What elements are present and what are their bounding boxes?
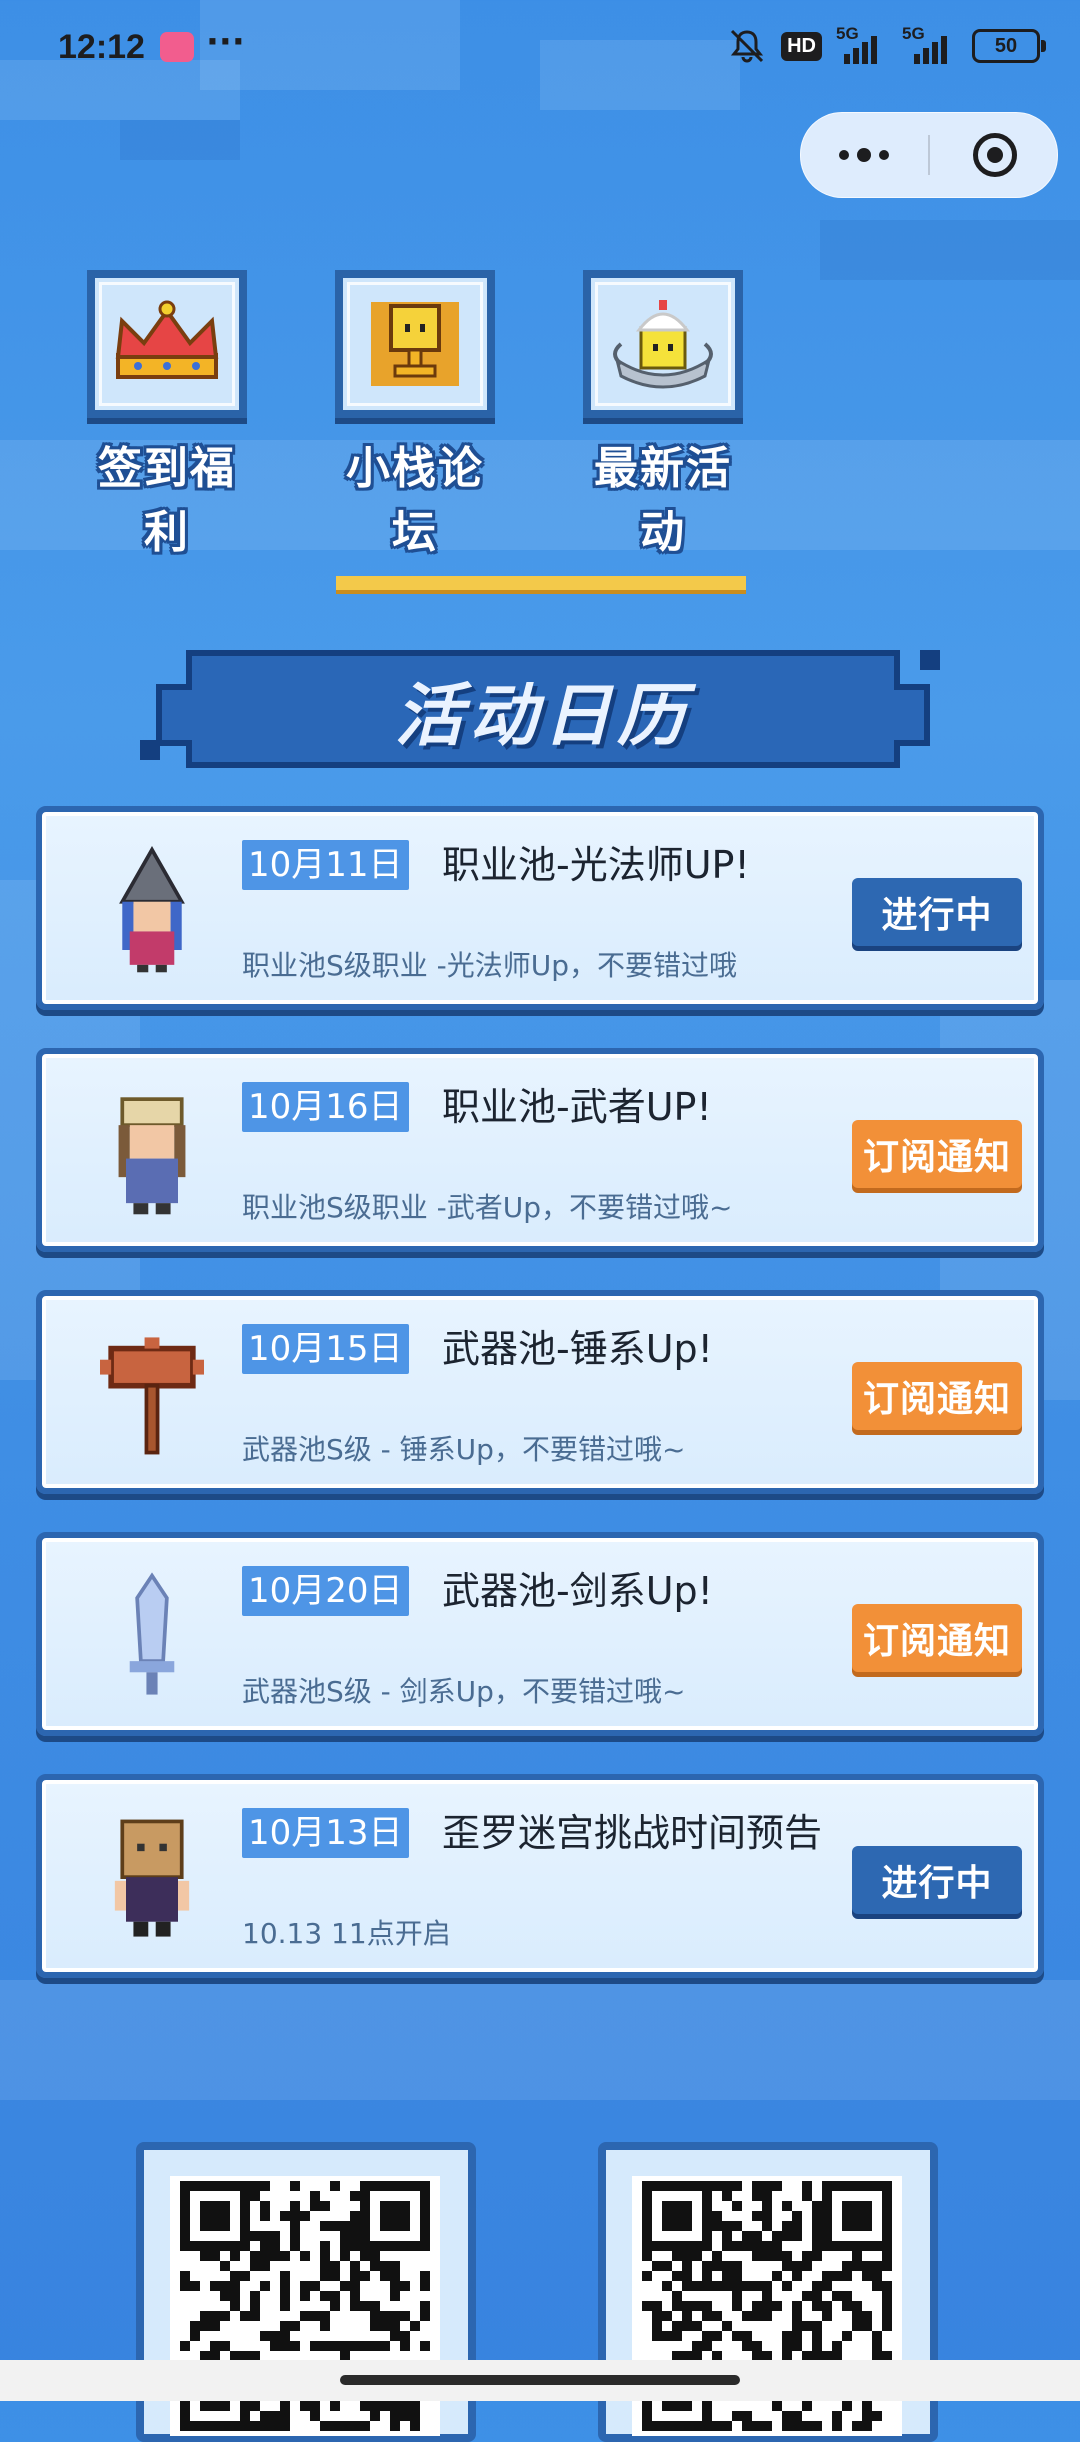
- crown-icon: [115, 300, 219, 379]
- nav-label: 最新活动: [594, 443, 732, 558]
- signal-icon: 5G: [836, 24, 888, 64]
- event-date-tag: 10月11日: [242, 840, 409, 890]
- mute-bell-icon: [730, 29, 764, 63]
- event-card[interactable]: 10月13日 歪罗迷宫挑战时间预告 10.13 11点开启 进行中: [36, 1774, 1044, 1978]
- in-progress-button[interactable]: 进行中: [852, 1846, 1022, 1914]
- event-description: 10.13 11点开启: [242, 1917, 451, 1950]
- nav-label: 小栈论坛: [346, 443, 484, 558]
- subscribe-button[interactable]: 订阅通知: [852, 1362, 1022, 1430]
- status-more-dots: ···: [206, 22, 245, 62]
- event-date-tag: 10月20日: [242, 1566, 409, 1616]
- event-card[interactable]: 10月16日 职业池-武者UP! 职业池S级职业 -武者Up，不要错过哦~ 订阅通知: [36, 1048, 1044, 1252]
- wizard-avatar-icon: [92, 845, 212, 976]
- event-description: 武器池S级 - 剑系Up，不要错过哦~: [242, 1675, 686, 1708]
- section-divider: [336, 576, 746, 594]
- capsule-divider: [928, 135, 930, 175]
- hammer-icon: [92, 1330, 212, 1460]
- event-title: 武器池-锤系Up!: [442, 1327, 713, 1371]
- event-date-tag: 10月16日: [242, 1082, 409, 1132]
- event-title: 职业池-光法师UP!: [442, 843, 750, 887]
- signal-icon-2: 5G: [902, 24, 958, 64]
- event-date-tag: 10月13日: [242, 1808, 409, 1858]
- event-date-tag: 10月15日: [242, 1324, 409, 1374]
- nav-sign-in-rewards[interactable]: 签到福利: [82, 270, 252, 560]
- battery-indicator: 50: [972, 29, 1046, 63]
- calendar-title: 活动日历: [394, 676, 691, 756]
- nav-forum[interactable]: 小栈论坛: [330, 270, 500, 560]
- hd-badge: HD: [781, 31, 822, 61]
- event-description: 武器池S级 - 锤系Up，不要错过哦~: [242, 1433, 686, 1466]
- sword-icon: [92, 1572, 212, 1702]
- in-progress-button[interactable]: 进行中: [852, 878, 1022, 946]
- nav-latest-events[interactable]: 最新活动: [578, 270, 748, 560]
- status-bar: 12:12 ··· HD 5G 5G 50: [0, 0, 1080, 96]
- event-description: 职业池S级职业 -武者Up，不要错过哦~: [242, 1191, 733, 1224]
- cake-icon: [613, 300, 713, 389]
- event-title: 歪罗迷宫挑战时间预告: [442, 1811, 823, 1855]
- event-card[interactable]: 10月11日 职业池-光法师UP! 职业池S级职业 -光法师Up，不要错过哦 进行中: [36, 806, 1044, 1010]
- subscribe-button[interactable]: 订阅通知: [852, 1120, 1022, 1188]
- home-indicator[interactable]: [340, 2375, 740, 2385]
- status-time: 12:12: [58, 28, 145, 66]
- bilibili-app-icon: [160, 32, 194, 62]
- warrior-avatar-icon: [92, 1088, 212, 1218]
- more-options-button[interactable]: [801, 113, 927, 197]
- event-card[interactable]: 10月15日 武器池-锤系Up! 武器池S级 - 锤系Up，不要错过哦~ 订阅通知: [36, 1290, 1044, 1494]
- event-description: 职业池S级职业 -光法师Up，不要错过哦: [242, 949, 738, 982]
- event-title: 武器池-剑系Up!: [442, 1569, 713, 1613]
- trophy-icon: [371, 302, 459, 386]
- calendar-banner: 活动日历: [156, 650, 930, 768]
- miniprogram-capsule: [800, 112, 1058, 198]
- event-title: 职业池-武者UP!: [442, 1085, 712, 1129]
- nav-label: 签到福利: [98, 443, 236, 558]
- event-card[interactable]: 10月20日 武器池-剑系Up! 武器池S级 - 剑系Up，不要错过哦~ 订阅通知: [36, 1532, 1044, 1736]
- subscribe-button[interactable]: 订阅通知: [852, 1604, 1022, 1672]
- banner-pixel-deco: [920, 650, 940, 670]
- boxhead-avatar-icon: [92, 1814, 212, 1944]
- close-miniprogram-button[interactable]: [973, 133, 1017, 177]
